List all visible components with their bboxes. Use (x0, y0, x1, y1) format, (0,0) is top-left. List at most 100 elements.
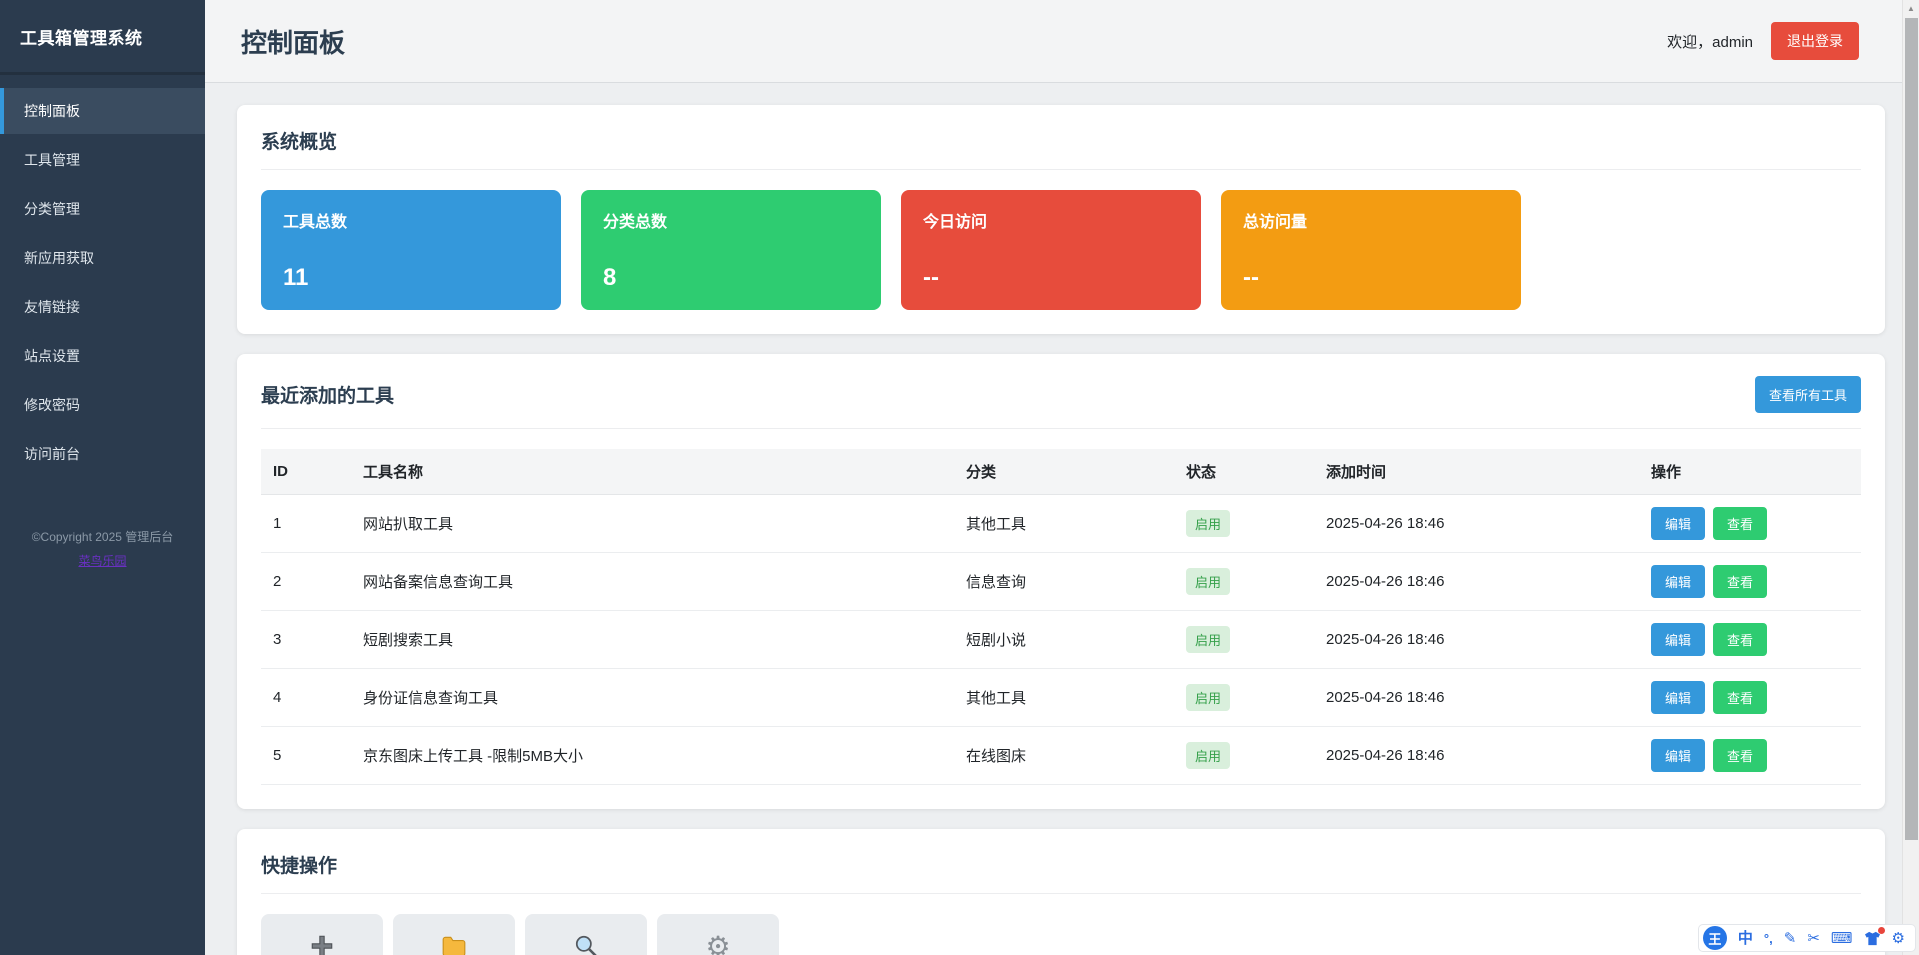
ime-skin-shirt-icon[interactable] (1864, 931, 1881, 946)
search-icon (572, 932, 600, 955)
quick-action-add-tool[interactable] (261, 914, 383, 955)
ime-scissors-icon[interactable]: ✂ (1807, 931, 1820, 946)
sidebar: 工具箱管理系统 控制面板 工具管理 分类管理 新应用获取 友情链接 站点设置 修… (0, 0, 205, 955)
ime-pen-icon[interactable]: ✎ (1784, 931, 1797, 946)
sidebar-item-label: 新应用获取 (24, 248, 94, 268)
main-area: 控制面板 欢迎，admin 退出登录 系统概览 工具总数 11 分类总数 (205, 0, 1919, 955)
stat-value: 8 (603, 264, 859, 292)
sidebar-item-label: 友情链接 (24, 297, 80, 317)
tool-name: 身份证信息查询工具 (351, 669, 954, 727)
sidebar-item-category-management[interactable]: 分类管理 (0, 186, 205, 232)
col-header-actions: 操作 (1639, 449, 1861, 495)
sidebar-item-label: 控制面板 (24, 101, 80, 121)
welcome-text: 欢迎，admin (1667, 31, 1753, 52)
copyright-link[interactable]: 菜鸟乐园 (78, 552, 126, 569)
system-overview-card: 系统概览 工具总数 11 分类总数 8 今日访问 -- (237, 105, 1885, 334)
sidebar-item-label: 分类管理 (24, 199, 80, 219)
tool-status-cell: 启用 (1174, 727, 1314, 785)
edit-button[interactable]: 编辑 (1651, 681, 1705, 714)
stat-value: -- (923, 264, 1179, 292)
overview-title: 系统概览 (261, 127, 1861, 154)
col-header-category: 分类 (954, 449, 1174, 495)
tool-status-cell: 启用 (1174, 495, 1314, 553)
view-all-tools-button[interactable]: 查看所有工具 (1755, 376, 1861, 413)
tool-status-cell: 启用 (1174, 611, 1314, 669)
edit-button[interactable]: 编辑 (1651, 739, 1705, 772)
tool-name: 短剧搜索工具 (351, 611, 954, 669)
view-button[interactable]: 查看 (1713, 739, 1767, 772)
quick-actions-card: 快捷操作 (237, 829, 1885, 955)
sidebar-item-new-app[interactable]: 新应用获取 (0, 235, 205, 281)
stat-label: 工具总数 (283, 208, 539, 232)
sidebar-item-label: 工具管理 (24, 150, 80, 170)
ime-logo-icon[interactable]: 王 (1703, 926, 1727, 950)
view-button[interactable]: 查看 (1713, 565, 1767, 598)
tool-actions-cell: 编辑查看 (1639, 611, 1861, 669)
stats-row: 工具总数 11 分类总数 8 今日访问 -- 总访问量 -- (261, 190, 1861, 310)
col-header-added: 添加时间 (1314, 449, 1639, 495)
tool-added-time: 2025-04-26 18:46 (1314, 553, 1639, 611)
tool-id: 4 (261, 669, 351, 727)
ime-settings-gear-icon[interactable]: ⚙ (1892, 931, 1905, 946)
sidebar-item-tool-management[interactable]: 工具管理 (0, 137, 205, 183)
app-window: 工具箱管理系统 控制面板 工具管理 分类管理 新应用获取 友情链接 站点设置 修… (0, 0, 1919, 955)
tool-added-time: 2025-04-26 18:46 (1314, 727, 1639, 785)
sidebar-item-site-settings[interactable]: 站点设置 (0, 333, 205, 379)
edit-button[interactable]: 编辑 (1651, 507, 1705, 540)
tool-actions-cell: 编辑查看 (1639, 553, 1861, 611)
folder-icon (440, 932, 468, 955)
recent-tools-title: 最近添加的工具 (261, 381, 394, 408)
sidebar-item-change-password[interactable]: 修改密码 (0, 382, 205, 428)
ime-punctuation-icon[interactable]: °, (1764, 932, 1773, 945)
sidebar-item-visit-frontend[interactable]: 访问前台 (0, 431, 205, 477)
tool-name: 网站扒取工具 (351, 495, 954, 553)
logout-button[interactable]: 退出登录 (1771, 22, 1859, 60)
divider (261, 893, 1861, 894)
tool-name: 网站备案信息查询工具 (351, 553, 954, 611)
tool-id: 1 (261, 495, 351, 553)
sidebar-item-dashboard[interactable]: 控制面板 (0, 88, 205, 134)
topbar-right: 欢迎，admin 退出登录 (1667, 22, 1859, 60)
scrollbar-thumb[interactable] (1905, 18, 1918, 840)
sidebar-item-friend-links[interactable]: 友情链接 (0, 284, 205, 330)
edit-button[interactable]: 编辑 (1651, 565, 1705, 598)
tool-category: 在线图床 (954, 727, 1174, 785)
tool-status-cell: 启用 (1174, 553, 1314, 611)
vertical-scrollbar[interactable]: ▲ (1902, 0, 1919, 955)
ime-keyboard-icon[interactable]: ⌨ (1831, 931, 1853, 946)
status-badge: 启用 (1186, 742, 1230, 769)
sidebar-footer: ©Copyright 2025 管理后台 菜鸟乐园 (0, 528, 205, 570)
view-button[interactable]: 查看 (1713, 681, 1767, 714)
stat-label: 总访问量 (1243, 208, 1499, 232)
stat-card-total-tools: 工具总数 11 (261, 190, 561, 310)
ime-chinese-mode-icon[interactable]: 中 (1738, 931, 1753, 946)
stat-label: 分类总数 (603, 208, 859, 232)
sidebar-nav: 控制面板 工具管理 分类管理 新应用获取 友情链接 站点设置 修改密码 访问前台 (0, 88, 205, 480)
quick-action-tiles: ⚙ (261, 914, 1861, 955)
sidebar-item-label: 访问前台 (24, 444, 80, 464)
page-title: 控制面板 (241, 23, 345, 60)
tool-id: 3 (261, 611, 351, 669)
main-content: 系统概览 工具总数 11 分类总数 8 今日访问 -- (205, 83, 1919, 955)
view-button[interactable]: 查看 (1713, 507, 1767, 540)
edit-button[interactable]: 编辑 (1651, 623, 1705, 656)
table-row: 5 京东图床上传工具 -限制5MB大小 在线图床 启用 2025-04-26 1… (261, 727, 1861, 785)
status-badge: 启用 (1186, 510, 1230, 537)
recent-tools-card: 最近添加的工具 查看所有工具 ID 工具名称 分类 状态 添加时间 (237, 354, 1885, 809)
table-row: 1 网站扒取工具 其他工具 启用 2025-04-26 18:46 编辑查看 (261, 495, 1861, 553)
col-header-name: 工具名称 (351, 449, 954, 495)
quick-action-search[interactable] (525, 914, 647, 955)
status-badge: 启用 (1186, 684, 1230, 711)
quick-action-categories[interactable] (393, 914, 515, 955)
view-button[interactable]: 查看 (1713, 623, 1767, 656)
stat-value: 11 (283, 264, 539, 292)
tool-id: 5 (261, 727, 351, 785)
tool-added-time: 2025-04-26 18:46 (1314, 611, 1639, 669)
quick-action-settings[interactable]: ⚙ (657, 914, 779, 955)
status-badge: 启用 (1186, 568, 1230, 595)
table-row: 3 短剧搜索工具 短剧小说 启用 2025-04-26 18:46 编辑查看 (261, 611, 1861, 669)
notification-dot (1878, 927, 1885, 934)
scrollbar-up-arrow-icon[interactable]: ▲ (1903, 2, 1919, 16)
gear-icon: ⚙ (704, 932, 732, 955)
col-header-status: 状态 (1174, 449, 1314, 495)
